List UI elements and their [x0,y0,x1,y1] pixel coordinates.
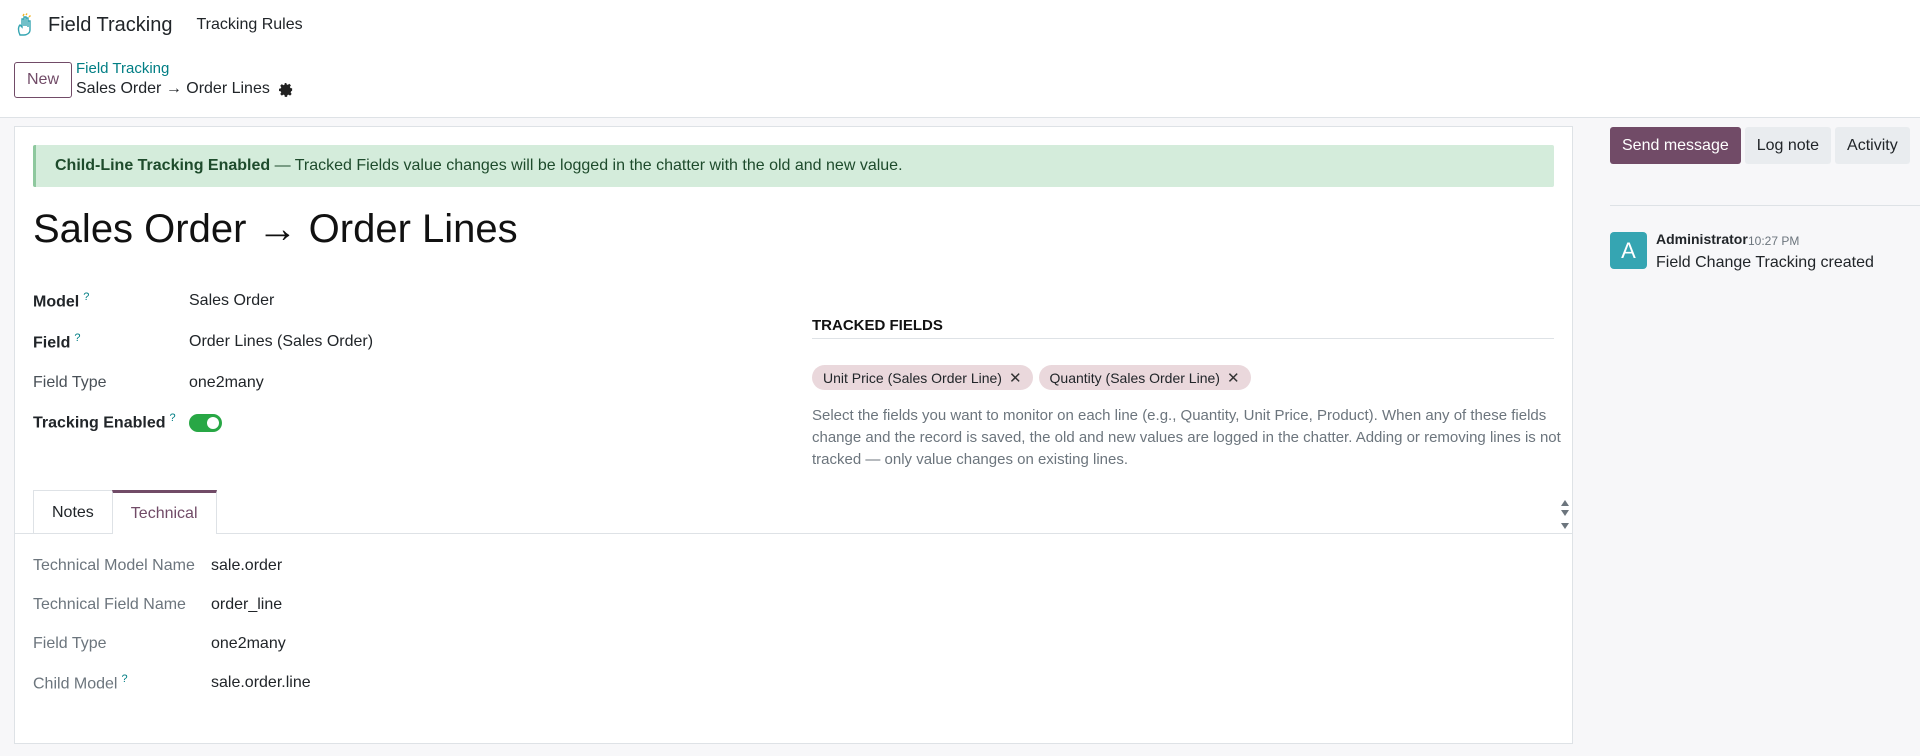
avatar[interactable]: A [1610,232,1647,269]
tag-label: Quantity (Sales Order Line) [1049,369,1220,386]
tag-unit-price: Unit Price (Sales Order Line) ✕ [812,365,1033,390]
alert-text: — Tracked Fields value changes will be l… [270,157,903,174]
gear-icon[interactable] [278,82,294,97]
message-body: Field Change Tracking created [1656,254,1874,271]
tab-notes[interactable]: Notes [33,490,113,534]
tracked-fields-help: Select the fields you want to monitor on… [812,407,1561,468]
technical-field-name-label: Technical Field Name [33,596,186,613]
breadcrumb-parent[interactable]: Field Tracking [76,60,169,77]
field-value[interactable]: Order Lines (Sales Order) [189,333,373,351]
form-sheet: Child-Line Tracking Enabled — Tracked Fi… [14,126,1573,744]
control-panel: New Field Tracking Sales Order → Order L… [0,50,1920,118]
field-type-value: one2many [189,374,264,391]
tag-label: Unit Price (Sales Order Line) [823,369,1002,386]
child-model-help-icon[interactable]: ? [121,673,127,685]
notebook-tabs: Notes Technical [33,490,217,534]
activity-button[interactable]: Activity [1835,127,1910,164]
tracking-enabled-label: Tracking Enabled? [33,412,176,432]
technical-model-name-label: Technical Model Name [33,557,195,574]
technical-field-type-value: one2many [211,635,286,652]
app-name[interactable]: Field Tracking [48,14,173,37]
remove-tag-icon[interactable]: ✕ [1009,369,1022,387]
child-model-value: sale.order.line [211,674,311,691]
tag-quantity: Quantity (Sales Order Line) ✕ [1038,365,1251,390]
tab-technical[interactable]: Technical [111,490,217,534]
tracking-enabled-label-text: Tracking Enabled [33,414,166,432]
nav-tracking-rules[interactable]: Tracking Rules [197,16,303,34]
tabs-divider [15,533,1572,534]
child-model-label-text: Child Model [33,675,118,693]
tracking-alert: Child-Line Tracking Enabled — Tracked Fi… [33,145,1554,187]
top-navbar: Field Tracking Tracking Rules [0,0,1920,50]
field-type-label: Field Type [33,374,107,391]
technical-model-name-value: sale.order [211,557,283,574]
chatter-toolbar: Send message Log note Activity [1610,127,1910,164]
remove-tag-icon[interactable]: ✕ [1227,369,1240,387]
child-model-label: Child Model? [33,673,128,693]
breadcrumb-current-label: Sales Order → Order Lines [76,80,270,97]
model-label-text: Model [33,293,80,311]
breadcrumb-current: Sales Order → Order Lines [76,80,294,98]
field-help-icon[interactable]: ? [74,332,80,344]
hand-icon[interactable] [16,13,34,37]
tabs-scroll-arrows[interactable] [1559,496,1571,532]
chatter-divider [1610,205,1920,206]
model-value[interactable]: Sales Order [189,292,274,310]
tracked-fields-header: TRACKED FIELDS [812,317,1554,339]
alert-title: Child-Line Tracking Enabled [55,157,271,174]
message-time: 10:27 PM [1748,234,1800,248]
technical-field-type-label: Field Type [33,635,107,652]
new-button[interactable]: New [14,62,72,98]
tracking-help-icon[interactable]: ? [169,412,175,424]
message-author[interactable]: Administrator [1656,231,1748,247]
field-label: Field? [33,332,80,352]
field-label-text: Field [33,334,71,352]
model-label: Model? [33,291,89,311]
send-message-button[interactable]: Send message [1610,127,1741,164]
toggle-knob [207,417,219,429]
tracking-enabled-toggle[interactable] [189,414,222,432]
tracked-fields-tags: Unit Price (Sales Order Line) ✕ Quantity… [812,365,1251,390]
model-help-icon[interactable]: ? [83,291,89,303]
record-title: Sales Order → Order Lines [33,207,518,251]
log-note-button[interactable]: Log note [1744,127,1832,164]
technical-field-name-value: order_line [211,596,283,613]
